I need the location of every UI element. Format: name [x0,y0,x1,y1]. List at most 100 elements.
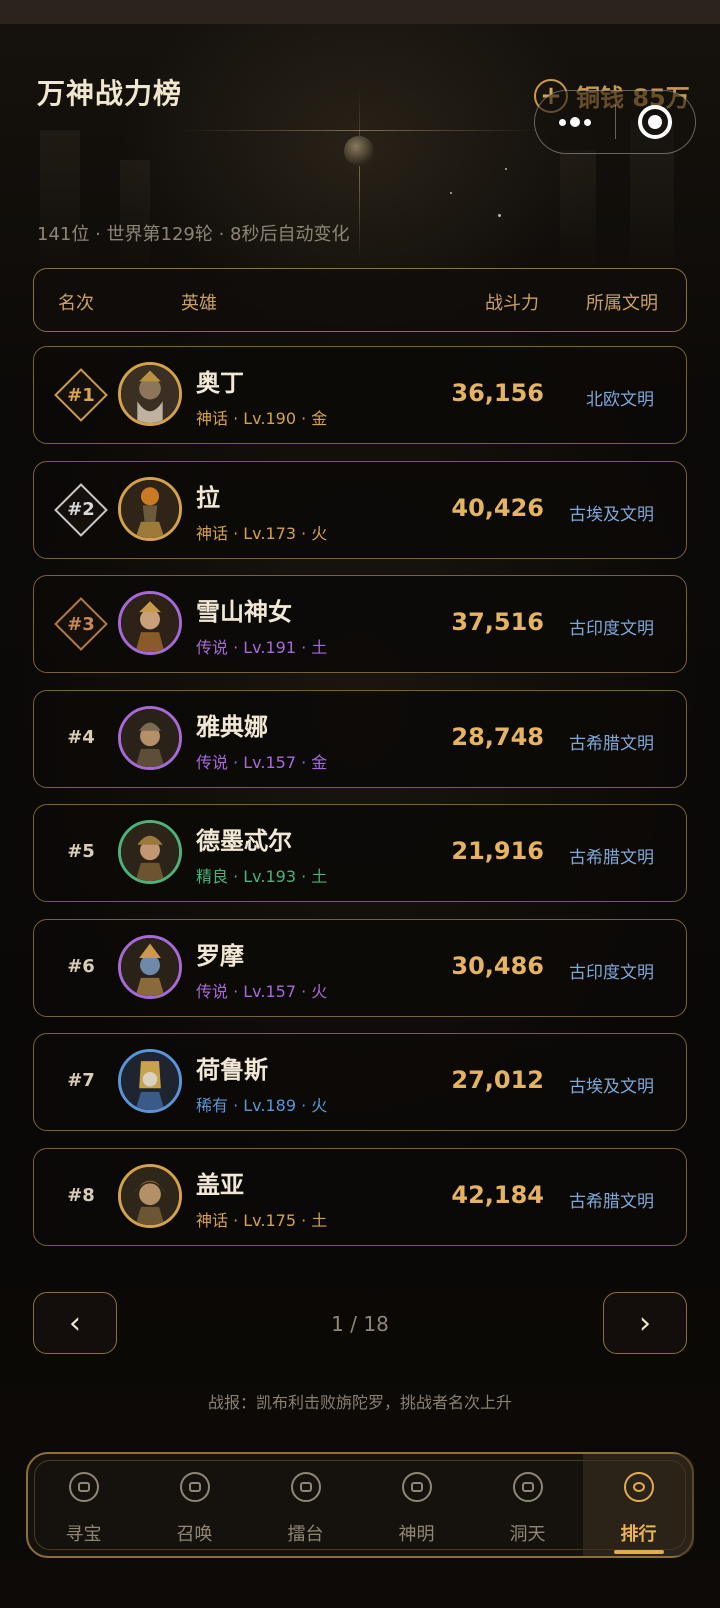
rank-number: #6 [67,955,95,977]
hero-civilization: 古希腊文明 [569,733,654,754]
rank-number: #7 [67,1070,95,1091]
hero-civilization: 古希腊文明 [569,848,654,868]
rank-number: #8 [67,1184,95,1206]
rank-badge-gold: #1 [54,368,108,422]
dot-icon [583,118,591,126]
hero-avatar [118,476,182,541]
decorative-orb [344,136,374,166]
target-icon [638,105,673,139]
rank-badge-bronze: #3 [54,597,108,651]
hero-avatar [118,1163,182,1228]
ranking-icon [624,1472,654,1502]
treasure-icon [69,1472,99,1502]
hero-meta: 神话 · Lv.173 · 火 [196,523,328,543]
cave-icon [513,1472,543,1502]
hero-name: 奥丁 [196,369,244,397]
tab-label: 神明 [398,1524,435,1545]
ranking-row[interactable]: #4 雅典娜 传说 · Lv.157 · 金 28,748 古希腊文明 [33,689,687,788]
hero-meta: 传说 · Lv.191 · 土 [196,638,328,657]
ranking-row[interactable]: #1 奥丁 神话 · Lv.190 · 金 36,156 北欧文明 [33,346,687,444]
active-tab-indicator [614,1550,664,1554]
hero-avatar [118,705,182,770]
header-hero: 英雄 [181,293,217,314]
tab-label: 召唤 [176,1524,213,1545]
star [498,214,501,217]
tab-ranking[interactable]: 排行 [583,1454,694,1556]
page-title: 万神战力榜 [37,77,183,110]
more-options-button[interactable] [535,91,615,153]
hero-civilization: 古印度文明 [569,962,654,983]
ranking-row[interactable]: #5 德墨忒尔 精良 · Lv.193 · 土 21,916 古希腊文明 [33,804,687,902]
hero-power: 40,426 [451,493,544,522]
tab-gods[interactable]: 神明 [361,1454,472,1556]
hero-avatar [118,934,182,999]
hero-name: 拉 [196,483,220,512]
hero-meta: 稀有 · Lv.189 · 火 [196,1096,328,1115]
rank-number: #4 [67,726,95,748]
hero-power: 30,486 [451,951,544,980]
header-civilization: 所属文明 [586,293,658,314]
ranking-subtitle: 141位 · 世界第129轮 · 8秒后自动变化 [37,224,350,245]
hero-avatar [118,1049,182,1113]
dot-icon [558,118,566,126]
tab-label: 擂台 [287,1524,324,1545]
hero-meta: 传说 · Lv.157 · 火 [196,981,328,1001]
battle-news: 战报：凯布利击败旃陀罗，挑战者名次上升 [207,1393,512,1412]
hero-name: 雪山神女 [196,598,292,626]
rank-number: #5 [67,841,95,862]
close-miniprogram-button[interactable] [616,91,696,153]
hero-name: 盖亚 [196,1170,244,1199]
header-power: 战斗力 [485,293,539,314]
ranking-list: #1 奥丁 神话 · Lv.190 · 金 36,156 北欧文明 #2 拉 神… [33,346,687,1262]
header-rank: 名次 [58,293,94,314]
tab-treasure[interactable]: 寻宝 [28,1454,139,1556]
hero-civilization: 古希腊文明 [569,1191,654,1212]
arena-icon [291,1472,321,1502]
star [505,168,507,170]
hero-civilization: 古埃及文明 [569,504,654,525]
tab-summon[interactable]: 召唤 [139,1454,250,1556]
hero-meta: 神话 · Lv.175 · 土 [196,1210,328,1230]
hero-name: 罗摩 [196,941,244,970]
hero-power: 27,012 [451,1066,544,1094]
hero-meta: 传说 · Lv.157 · 金 [196,752,328,772]
decorative-line [180,130,540,131]
hero-power: 37,516 [451,608,544,636]
bottom-tab-bar: 寻宝 召唤 擂台 神明 洞天 排行 [26,1452,694,1558]
hero-power: 28,748 [451,722,544,751]
hero-power: 21,916 [451,837,544,865]
tab-label: 洞天 [509,1524,546,1545]
ranking-row[interactable]: #7 荷鲁斯 稀有 · Lv.189 · 火 27,012 古埃及文明 [33,1033,687,1131]
next-page-button[interactable]: › [603,1292,687,1354]
hero-name: 荷鲁斯 [196,1056,268,1084]
hero-avatar [118,362,182,426]
ranking-row[interactable]: #3 雪山神女 传说 · Lv.191 · 土 37,516 古印度文明 [33,575,687,673]
ranking-row[interactable]: #6 罗摩 传说 · Lv.157 · 火 30,486 古印度文明 [33,918,687,1017]
hero-power: 36,156 [451,379,544,407]
decorative-line [359,90,360,260]
hero-meta: 神话 · Lv.190 · 金 [196,409,328,428]
hero-meta: 精良 · Lv.193 · 土 [196,867,328,886]
miniprogram-capsule [534,90,696,154]
hero-power: 42,184 [451,1180,544,1209]
tab-label: 排行 [620,1524,657,1545]
star [450,192,452,194]
tab-cave[interactable]: 洞天 [472,1454,583,1556]
hero-avatar [118,820,182,884]
hero-avatar [118,591,182,655]
tab-label: 寻宝 [65,1524,102,1545]
status-strip [0,0,720,24]
table-header: 名次 英雄 战斗力 所属文明 [33,268,687,332]
hero-civilization: 北欧文明 [586,390,654,410]
tab-arena[interactable]: 擂台 [250,1454,361,1556]
rank-badge-silver: #2 [54,482,108,537]
ranking-row[interactable]: #2 拉 神话 · Lv.173 · 火 40,426 古埃及文明 [33,460,687,559]
hero-name: 德墨忒尔 [196,827,292,855]
hero-civilization: 古印度文明 [569,619,654,639]
summon-icon [180,1472,210,1502]
gods-icon [402,1472,432,1502]
hero-name: 雅典娜 [196,712,268,741]
dot-icon [569,117,580,127]
ranking-row[interactable]: #8 盖亚 神话 · Lv.175 · 土 42,184 古希腊文明 [33,1147,687,1246]
hero-civilization: 古埃及文明 [569,1077,654,1097]
